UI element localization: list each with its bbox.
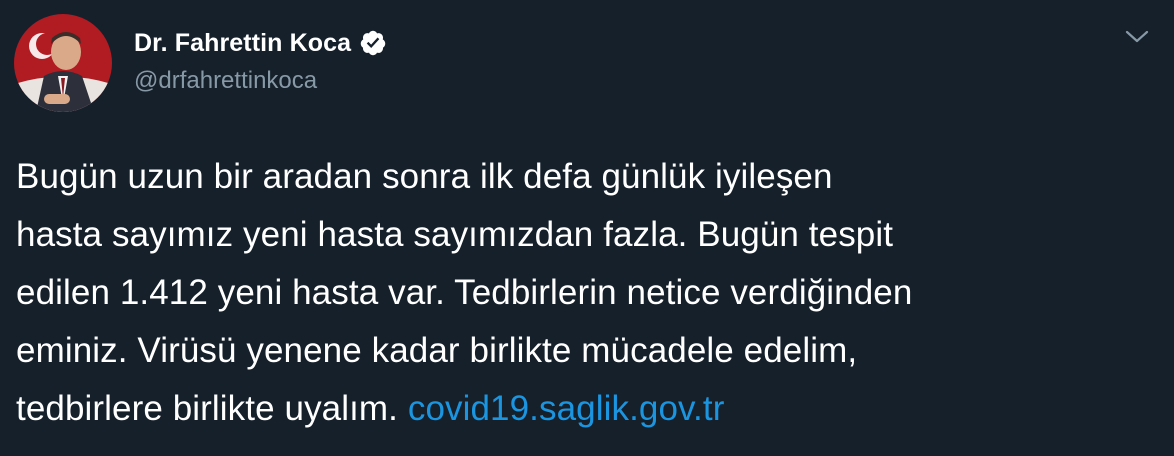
tweet-header: Dr. Fahrettin Koca @drfahrettinkoca	[134, 28, 387, 95]
display-name[interactable]: Dr. Fahrettin Koca	[134, 29, 351, 58]
avatar[interactable]	[14, 14, 112, 112]
name-row: Dr. Fahrettin Koca	[134, 28, 387, 58]
user-handle[interactable]: @drfahrettinkoca	[134, 67, 387, 95]
verified-badge-icon	[359, 29, 387, 57]
tweet-text-line: eminiz. Virüsü yenene kadar birlikte müc…	[16, 331, 858, 370]
tweet-text-segment: tedbirlere birlikte uyalım.	[16, 389, 408, 428]
tweet-text: Bugün uzun bir aradan sonra ilk defa gün…	[16, 148, 1166, 438]
tweet-text-line: edilen 1.412 yeni hasta var. Tedbirlerin…	[16, 273, 913, 312]
tweet-text-line-last: tedbirlere birlikte uyalım. covid19.sagl…	[16, 380, 1166, 438]
tweet: Dr. Fahrettin Koca @drfahrettinkoca Bugü…	[0, 0, 1174, 456]
tweet-text-line: Bugün uzun bir aradan sonra ilk defa gün…	[16, 157, 833, 196]
avatar-image	[14, 14, 112, 112]
tweet-text-line: hasta sayımız yeni hasta sayımızdan fazl…	[16, 215, 894, 254]
tweet-link[interactable]: covid19.saglik.gov.tr	[408, 389, 725, 428]
chevron-down-icon[interactable]	[1124, 26, 1150, 48]
